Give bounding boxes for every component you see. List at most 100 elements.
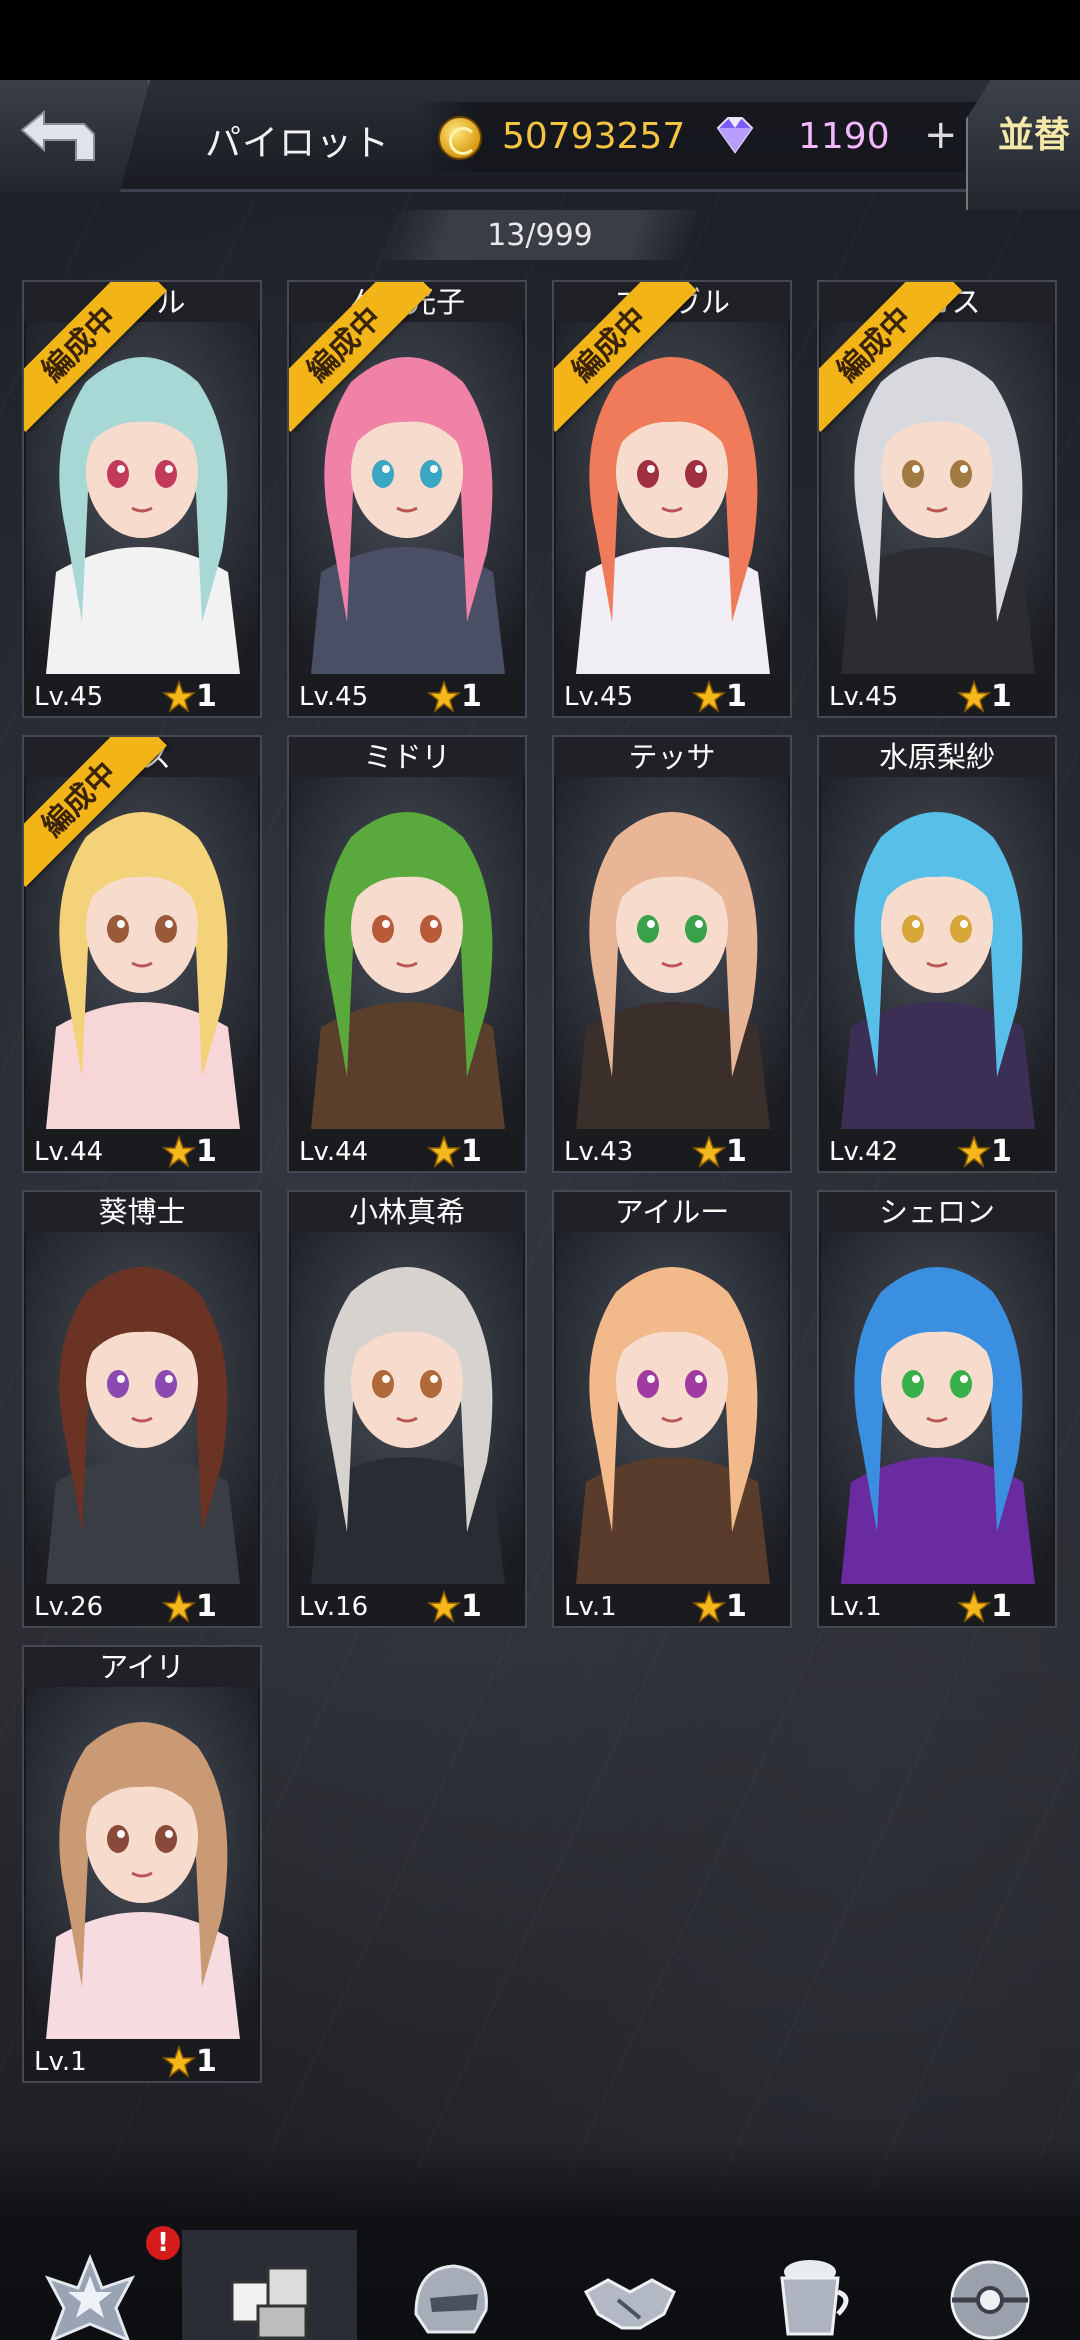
nav-item-2[interactable]: 格納庫 [182, 2230, 357, 2340]
pilot-card[interactable]: リス編成中Lv.441 [22, 735, 262, 1173]
pilot-portrait-art [556, 1232, 788, 1584]
pilot-rank: 1 [196, 679, 217, 714]
star-icon [692, 680, 726, 713]
pilot-card[interactable]: アイリ Lv.1 1 [22, 1645, 262, 2083]
pilot-card[interactable]: シェロン Lv.1 1 [817, 1190, 1057, 1628]
nav-item-4[interactable]: フレンド [542, 2230, 717, 2340]
pilot-card-footer: Lv.45 1 [554, 674, 790, 716]
nav-item-3[interactable]: 編成 [362, 2230, 537, 2340]
pilot-rank: 1 [726, 1134, 747, 1169]
in-team-badge: 編成中 [819, 282, 962, 432]
pilot-level: Lv.45 [829, 682, 899, 712]
formation-helmet-icon [398, 2248, 502, 2340]
star-icon [162, 1590, 196, 1623]
pilot-rank: 1 [726, 1589, 747, 1624]
pilot-card[interactable]: エーヴル編成中Lv.451 [552, 280, 792, 718]
pilot-level: Lv.26 [34, 1592, 104, 1622]
in-team-ribbon: 編成中 [819, 282, 969, 432]
add-gems-button[interactable]: + [924, 112, 958, 158]
pilot-name: 葵博士 [24, 1192, 260, 1232]
pilot-level: Lv.44 [34, 1137, 104, 1167]
pilot-rank: 1 [461, 1589, 482, 1624]
cafe-cup-icon [758, 2248, 862, 2340]
pilot-level: Lv.42 [829, 1137, 899, 1167]
pilot-rank: 1 [991, 1134, 1012, 1169]
pilot-level: Lv.1 [564, 1592, 617, 1622]
pilot-name: 水原梨紗 [819, 737, 1055, 777]
pilot-portrait [291, 1232, 523, 1584]
pilot-portrait-art [291, 777, 523, 1129]
star-icon [427, 1135, 461, 1168]
pilot-portrait-art [26, 1232, 258, 1584]
pilot-rank: 1 [461, 1134, 482, 1169]
pilot-rank: 1 [196, 1134, 217, 1169]
gem-balance: 1190 [798, 116, 890, 157]
pilot-portrait [556, 777, 788, 1129]
pilot-rank: 1 [196, 2044, 217, 2079]
star-icon [427, 1590, 461, 1623]
in-team-ribbon: 編成中 [24, 737, 174, 887]
pilot-rank: 1 [991, 1589, 1012, 1624]
pilot-card-footer: Lv.44 1 [289, 1129, 525, 1171]
pilot-level: Lv.45 [34, 682, 104, 712]
page-title: パイロット [205, 123, 391, 164]
coin-balance: 50793257 [502, 116, 686, 157]
shop-capsule-icon [938, 2248, 1042, 2340]
pilot-card[interactable]: マリル編成中Lv.451 [22, 280, 262, 718]
sort-button[interactable]: 並替 [966, 80, 1080, 210]
pilot-portrait-art [26, 1687, 258, 2039]
pilot-card[interactable]: アイルー Lv.1 1 [552, 1190, 792, 1628]
pilot-card-footer: Lv.1 1 [819, 1584, 1055, 1626]
pilot-rank: 1 [461, 679, 482, 714]
nav-item-5[interactable]: 喫茶店 [722, 2230, 897, 2340]
star-icon [692, 1135, 726, 1168]
pilot-portrait-art [821, 777, 1053, 1129]
alert-badge: ! [146, 2226, 180, 2260]
pilot-rank: 1 [196, 1589, 217, 1624]
in-team-ribbon: 編成中 [24, 282, 174, 432]
pilot-card[interactable]: 水原梨紗 Lv.42 1 [817, 735, 1057, 1173]
pilot-card[interactable]: 々木光子編成中Lv.451 [287, 280, 527, 718]
pilot-card-footer: Lv.1 1 [554, 1584, 790, 1626]
pilot-card-footer: Lv.42 1 [819, 1129, 1055, 1171]
pilot-name: シェロン [819, 1192, 1055, 1232]
pilot-name: テッサ [554, 737, 790, 777]
pilot-card-footer: Lv.45 1 [24, 674, 260, 716]
in-team-badge: 編成中 [289, 282, 432, 432]
pilot-level: Lv.43 [564, 1137, 634, 1167]
pilot-portrait-art [556, 777, 788, 1129]
nav-item-6[interactable]: ショップ [902, 2230, 1077, 2340]
star-icon [957, 1590, 991, 1623]
back-arrow-icon [20, 109, 95, 161]
pilot-level: Lv.16 [299, 1592, 369, 1622]
pilot-rank: 1 [991, 679, 1012, 714]
pilot-portrait-art [821, 1232, 1053, 1584]
pilot-level: Lv.1 [34, 2047, 87, 2077]
pilot-card[interactable]: ーカス編成中Lv.451 [817, 280, 1057, 718]
pilot-portrait [26, 1687, 258, 2039]
pilot-portrait [821, 777, 1053, 1129]
pilot-card-footer: Lv.45 1 [289, 674, 525, 716]
pilot-portrait [821, 1232, 1053, 1584]
pilot-rank: 1 [726, 679, 747, 714]
pilot-card-footer: Lv.26 1 [24, 1584, 260, 1626]
star-icon [427, 680, 461, 713]
pilot-name: 小林真希 [289, 1192, 525, 1232]
pilot-name: ミドリ [289, 737, 525, 777]
pilot-card[interactable]: 小林真希 Lv.16 1 [287, 1190, 527, 1628]
in-team-badge: 編成中 [554, 282, 697, 432]
pilot-portrait [556, 1232, 788, 1584]
pilot-level: Lv.1 [829, 1592, 882, 1622]
pilot-card-footer: Lv.16 1 [289, 1584, 525, 1626]
star-icon [692, 1590, 726, 1623]
star-icon [162, 2045, 196, 2078]
star-icon [957, 1135, 991, 1168]
pilot-card[interactable]: 葵博士 Lv.26 1 [22, 1190, 262, 1628]
pilot-card-footer: Lv.44 1 [24, 1129, 260, 1171]
gem-icon [716, 117, 754, 154]
pilot-card[interactable]: ミドリ Lv.44 1 [287, 735, 527, 1173]
coin-icon [438, 116, 482, 160]
pilot-card[interactable]: テッサ Lv.43 1 [552, 735, 792, 1173]
pilot-hangar-screen: パイロット 50793257 1190 + 並替 13/999 マリル編成中Lv… [0, 80, 1080, 2340]
in-team-badge: 編成中 [24, 282, 167, 432]
